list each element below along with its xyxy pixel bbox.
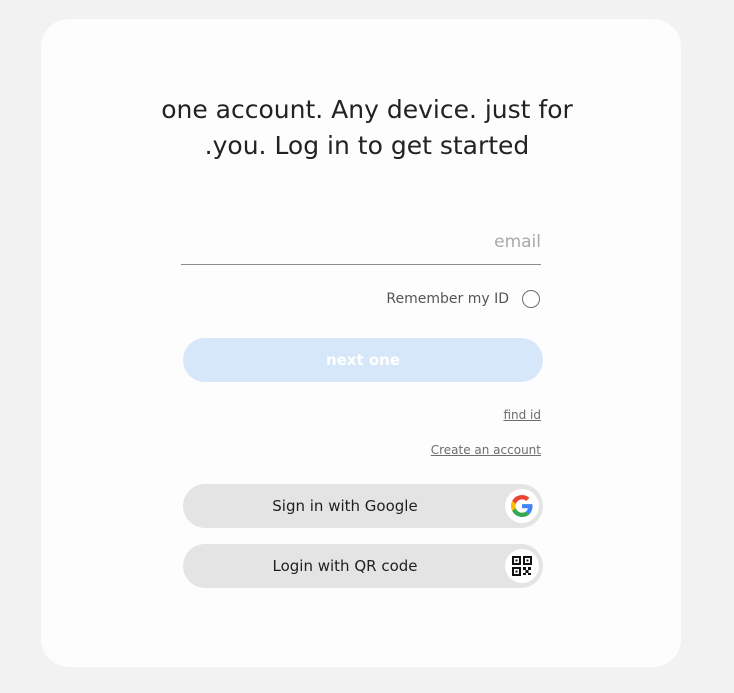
page-title: one account. Any device. just for .you. … (0, 92, 734, 164)
qr-code-icon (505, 549, 539, 583)
headline-line-2: .you. Log in to get started (204, 131, 530, 160)
email-field[interactable] (181, 222, 541, 262)
google-sign-in-label: Sign in with Google (272, 497, 418, 515)
remember-id-row: Remember my ID (340, 287, 540, 311)
google-logo-icon (505, 489, 539, 523)
email-field-container (181, 222, 541, 265)
find-id-link[interactable]: find id (503, 408, 541, 422)
remember-id-label: Remember my ID (386, 291, 509, 307)
qr-login-button[interactable]: Login with QR code (183, 544, 543, 588)
qr-login-label: Login with QR code (272, 557, 418, 575)
google-sign-in-button[interactable]: Sign in with Google (183, 484, 543, 528)
create-account-link[interactable]: Create an account (431, 443, 541, 457)
headline-line-1: one account. Any device. just for (161, 95, 573, 124)
next-button[interactable]: next one (183, 338, 543, 382)
remember-id-checkbox[interactable] (522, 290, 540, 308)
